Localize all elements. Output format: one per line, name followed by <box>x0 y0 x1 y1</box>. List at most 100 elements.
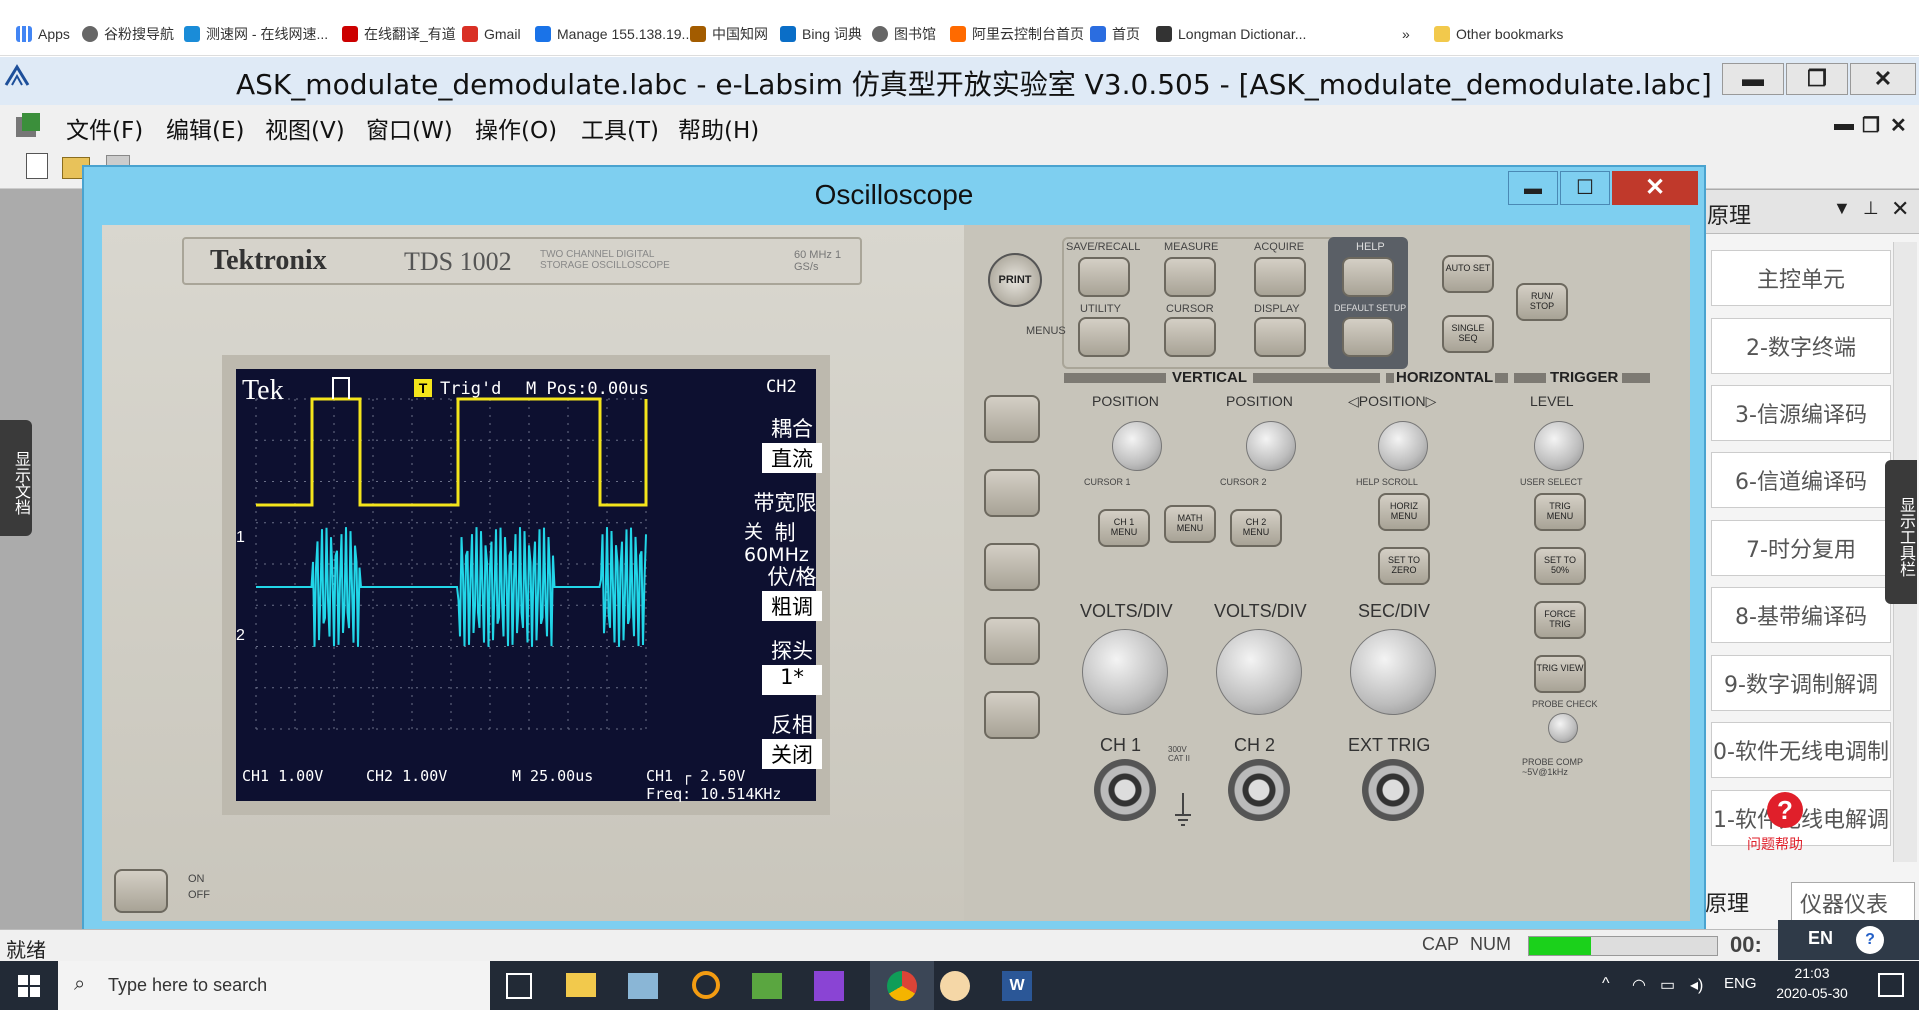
option-button-3[interactable] <box>984 543 1040 591</box>
osc-close-button[interactable]: ✕ <box>1612 171 1698 205</box>
menu-view[interactable]: 视图(V) <box>265 111 345 145</box>
taskbar-search-box[interactable]: ⌕ Type here to search <box>58 961 490 1010</box>
module-item[interactable]: 0-软件无线电调制 <box>1711 722 1891 778</box>
ch2-voltsdiv-knob[interactable] <box>1216 629 1302 715</box>
math-menu-button[interactable]: MATH MENU <box>1164 505 1216 543</box>
measure-button[interactable] <box>1164 257 1216 297</box>
bookmark-item[interactable]: Longman Dictionar... <box>1156 22 1306 46</box>
run-stop-button[interactable]: RUN/ STOP <box>1516 283 1568 321</box>
taskbar-time[interactable]: 21:03 <box>1772 965 1852 981</box>
module-item[interactable]: 3-信源编译码 <box>1711 385 1891 441</box>
menu-edit[interactable]: 编辑(E) <box>166 111 244 145</box>
utility-button[interactable] <box>1078 317 1130 357</box>
tray-chevron-icon[interactable]: ^ <box>1602 975 1610 993</box>
horiz-menu-button[interactable]: HORIZ MENU <box>1378 493 1430 531</box>
taskbar-date[interactable]: 2020-05-30 <box>1766 985 1858 1001</box>
power-button[interactable] <box>114 869 168 913</box>
search-app-icon[interactable] <box>692 971 720 999</box>
osc-maximize-button[interactable]: ☐ <box>1560 171 1610 205</box>
ch1-voltsdiv-knob[interactable] <box>1082 629 1168 715</box>
ch2-menu-button[interactable]: CH 2 MENU <box>1230 509 1282 547</box>
auto-set-button[interactable]: AUTO SET <box>1442 255 1494 293</box>
app-icon[interactable] <box>940 971 970 1001</box>
cursor-button[interactable] <box>1164 317 1216 357</box>
bookmark-apps[interactable]: Apps <box>16 22 70 46</box>
app-icon[interactable] <box>752 973 782 999</box>
module-item[interactable]: 7-时分复用 <box>1711 520 1891 576</box>
visual-studio-icon[interactable] <box>814 971 844 1001</box>
menu-help[interactable]: 帮助(H) <box>678 111 759 145</box>
task-view-icon[interactable] <box>506 973 532 999</box>
bookmark-item[interactable]: 阿里云控制台首页 <box>950 22 1084 46</box>
show-toolbar-tab[interactable]: 显示工具栏 <box>1885 460 1917 604</box>
chrome-taskbar-item[interactable] <box>870 961 934 1010</box>
option-button-4[interactable] <box>984 617 1040 665</box>
mdi-restore-button[interactable]: ❐ <box>1862 113 1880 138</box>
default-setup-button[interactable] <box>1342 317 1394 357</box>
probe-check-button[interactable] <box>1548 713 1578 743</box>
minimize-button[interactable]: ▬ <box>1722 63 1784 95</box>
file-explorer-icon[interactable] <box>566 973 596 997</box>
force-trig-button[interactable]: FORCE TRIG <box>1534 601 1586 639</box>
close-icon[interactable]: ✕ <box>1891 196 1909 222</box>
set-to-50-button[interactable]: SET TO 50% <box>1534 547 1586 585</box>
app-icon[interactable] <box>628 973 658 999</box>
module-item[interactable]: 8-基带编译码 <box>1711 587 1891 643</box>
menu-tools[interactable]: 工具(T) <box>581 111 659 145</box>
print-button[interactable]: PRINT <box>988 253 1042 307</box>
sec-div-knob[interactable] <box>1350 629 1436 715</box>
volume-icon[interactable]: ◂) <box>1690 975 1703 995</box>
wifi-icon[interactable]: ◠ <box>1632 975 1646 995</box>
bookmark-item[interactable]: Gmail <box>462 22 521 46</box>
pin-icon[interactable]: ⊥ <box>1863 198 1879 219</box>
tab-principle[interactable]: 原理 <box>1705 886 1749 918</box>
maximize-button[interactable]: ❐ <box>1786 63 1848 95</box>
bookmark-item[interactable]: 图书馆 <box>872 22 936 46</box>
module-item[interactable]: 9-数字调制解调 <box>1711 655 1891 711</box>
module-item[interactable]: 主控单元 <box>1711 250 1891 306</box>
new-file-icon[interactable] <box>26 153 48 179</box>
ime-help-icon[interactable]: ? <box>1856 926 1884 954</box>
ch1-position-knob[interactable] <box>1112 421 1162 471</box>
menu-file[interactable]: 文件(F) <box>66 111 143 145</box>
bookmark-item[interactable]: 中国知网 <box>690 22 768 46</box>
mdi-close-button[interactable]: ✕ <box>1890 113 1907 138</box>
trig-menu-button[interactable]: TRIG MENU <box>1534 493 1586 531</box>
ch1-menu-button[interactable]: CH 1 MENU <box>1098 509 1150 547</box>
battery-icon[interactable]: ▭ <box>1660 975 1675 995</box>
module-item[interactable]: 2-数字终端 <box>1711 318 1891 374</box>
tab-instruments[interactable]: 仪器仪表 <box>1791 882 1915 922</box>
bookmark-item[interactable]: 测速网 - 在线网速... <box>184 22 328 46</box>
menu-operate[interactable]: 操作(O) <box>475 111 557 145</box>
option-button-1[interactable] <box>984 395 1040 443</box>
ext-trig-bnc-connector[interactable] <box>1362 759 1424 821</box>
save-recall-button[interactable] <box>1078 257 1130 297</box>
ch1-bnc-connector[interactable] <box>1094 759 1156 821</box>
trigger-level-knob[interactable] <box>1534 421 1584 471</box>
ch2-bnc-connector[interactable] <box>1228 759 1290 821</box>
mdi-minimize-button[interactable]: ▬ <box>1834 113 1854 136</box>
bookmark-other[interactable]: Other bookmarks <box>1434 22 1563 46</box>
bookmark-item[interactable]: Bing 词典 <box>780 22 862 46</box>
word-icon[interactable]: W <box>1002 971 1032 1001</box>
ime-lang[interactable]: EN <box>1808 928 1833 949</box>
trig-view-button[interactable]: TRIG VIEW <box>1534 655 1586 693</box>
option-button-5[interactable] <box>984 691 1040 739</box>
bookmark-item[interactable]: 在线翻译_有道 <box>342 22 456 46</box>
close-button[interactable]: ✕ <box>1850 63 1916 95</box>
bookmarks-overflow[interactable]: » <box>1402 22 1410 46</box>
module-item[interactable]: 6-信道编译码 <box>1711 452 1891 508</box>
osc-minimize-button[interactable]: ▬ <box>1508 171 1558 205</box>
bookmark-item[interactable]: 首页 <box>1090 22 1140 46</box>
language-indicator[interactable]: ENG <box>1724 975 1757 992</box>
option-button-2[interactable] <box>984 469 1040 517</box>
ch2-position-knob[interactable] <box>1246 421 1296 471</box>
display-button[interactable] <box>1254 317 1306 357</box>
windows-start-icon[interactable] <box>18 975 40 997</box>
help-icon[interactable]: ? <box>1767 792 1803 828</box>
help-button[interactable] <box>1342 257 1394 297</box>
set-to-zero-button[interactable]: SET TO ZERO <box>1378 547 1430 585</box>
bookmark-item[interactable]: 谷粉搜导航 <box>82 22 174 46</box>
horiz-position-knob[interactable] <box>1378 421 1428 471</box>
notification-icon[interactable] <box>1878 973 1904 997</box>
